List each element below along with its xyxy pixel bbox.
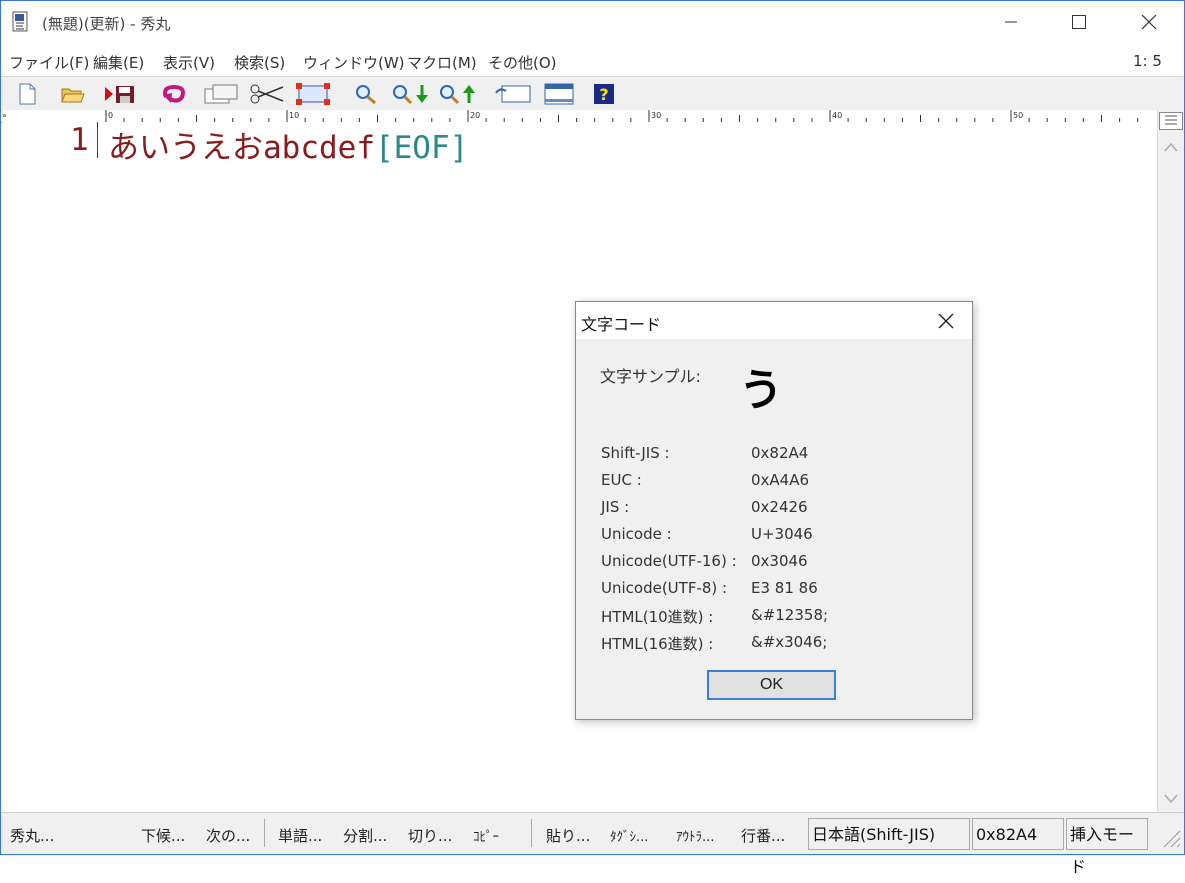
gutter-separator (97, 122, 98, 158)
new-file-icon[interactable] (14, 81, 40, 107)
statusbar-button-next[interactable]: 次の... (206, 825, 250, 846)
window-split-icon[interactable] (1159, 112, 1183, 130)
statusbar-button-copy[interactable]: ｺﾋﾟｰ (473, 826, 499, 845)
minimize-button[interactable] (982, 0, 1040, 44)
statusbar-button-candidate[interactable]: 下候... (141, 825, 185, 846)
sample-character: う (739, 365, 783, 416)
ruler-label: 30 (651, 111, 661, 120)
cut-icon[interactable] (249, 81, 285, 107)
char-code-field: 0x82A4 (972, 818, 1064, 850)
code-key: Unicode(UTF-16) : (601, 552, 737, 570)
menu-bar: ファイル(F) 編集(E) 表示(V) 検索(S) ウィンドウ(W) マクロ(M… (0, 48, 1185, 74)
statusbar-button-split[interactable]: 分割... (343, 825, 387, 846)
code-value: &#x3046; (751, 633, 828, 651)
code-value: U+3046 (751, 525, 813, 543)
title-bar: (無題)(更新) - 秀丸 (0, 0, 1185, 44)
menu-view[interactable]: 表示(V) (163, 52, 215, 73)
code-value: 0x82A4 (751, 444, 809, 462)
cursor-position: 1: 5 (1133, 52, 1162, 70)
status-bar: 秀丸... 下候... 次の... 単語... 分割... 切り... ｺﾋﾟｰ… (0, 812, 1185, 876)
code-key: JIS : (601, 498, 630, 516)
svg-text:?: ? (599, 85, 608, 104)
open-folder-icon[interactable] (60, 81, 86, 107)
code-value: E3 81 86 (751, 579, 818, 597)
scroll-down-arrow-icon[interactable] (1164, 790, 1178, 808)
toolbar: ? (0, 76, 1185, 111)
ruler-label: 20 (470, 111, 480, 120)
search-icon[interactable] (353, 81, 379, 107)
hidemaru-app-icon[interactable] (12, 11, 30, 33)
code-value: 0x2426 (751, 498, 808, 516)
menu-edit[interactable]: 編集(E) (93, 52, 144, 73)
statusbar-separator (531, 819, 532, 847)
statusbar-button-linenumber[interactable]: 行番... (741, 825, 785, 846)
statusbar-separator (264, 819, 265, 847)
statusbar-button-cut[interactable]: 切り... (408, 825, 452, 846)
encoding-field[interactable]: 日本語(Shift-JIS) (808, 818, 970, 850)
ruler-label: 40 (832, 111, 842, 120)
save-icon[interactable] (104, 81, 138, 107)
code-key: Unicode : (601, 525, 672, 543)
code-value: 0xA4A6 (751, 471, 810, 489)
code-key: Shift-JIS : (601, 444, 670, 462)
resize-grip-icon[interactable] (1160, 827, 1182, 853)
insert-mode-field[interactable]: 挿入モード (1066, 818, 1148, 876)
code-value: 0x3046 (751, 552, 808, 570)
help-icon[interactable]: ? (591, 81, 617, 107)
ruler-left-chevron-icon: » (2, 111, 7, 120)
menu-search[interactable]: 検索(S) (234, 52, 285, 73)
dialog-title: 文字コード (581, 315, 662, 334)
statusbar-button-hidemaru[interactable]: 秀丸... (10, 825, 54, 846)
scroll-up-arrow-icon[interactable] (1164, 138, 1178, 156)
sample-label: 文字サンプル: (600, 367, 701, 386)
dialog-title-bar: 文字コード (576, 302, 972, 339)
search-prev-icon[interactable] (438, 81, 478, 107)
ruler-label: 0 (108, 111, 113, 120)
undo-icon[interactable] (160, 81, 186, 107)
close-button[interactable] (1120, 0, 1178, 44)
vertical-scrollbar[interactable] (1157, 110, 1185, 812)
search-next-icon[interactable] (391, 81, 431, 107)
code-key: EUC : (601, 471, 642, 489)
code-value: &#12358; (751, 606, 829, 624)
ruler-label: 50 (1013, 111, 1023, 120)
menu-file[interactable]: ファイル(F) (9, 52, 89, 73)
menu-macro[interactable]: マクロ(M) (407, 52, 477, 73)
window-list-icon[interactable] (544, 81, 574, 107)
char-code-dialog: 文字コード 文字サンプル: う Shift-JIS : 0x82A4 EUC : 0… (575, 301, 973, 720)
code-key: HTML(10進数) : (601, 608, 714, 626)
dialog-close-icon[interactable] (932, 307, 960, 335)
maximize-button[interactable] (1050, 0, 1108, 44)
line-number: 1 (70, 122, 89, 158)
editor-line[interactable]: あいうえおabcdef[EOF] (108, 122, 468, 167)
ok-button[interactable]: OK (707, 670, 836, 700)
code-key: Unicode(UTF-8) : (601, 579, 728, 597)
statusbar-button-word[interactable]: 単語... (278, 825, 322, 846)
line-content: あいうえおabcdef (108, 130, 375, 166)
code-key: HTML(16進数) : (601, 635, 714, 653)
ruler-label: 10 (289, 111, 299, 120)
window-icon[interactable] (494, 81, 532, 107)
window-title: (無題)(更新) - 秀丸 (42, 15, 171, 33)
copy-icon[interactable] (203, 81, 239, 107)
statusbar-button-paste[interactable]: 貼り... (546, 825, 590, 846)
statusbar-button-tagjump[interactable]: ﾀｸﾞｼ... (610, 826, 648, 845)
menu-window[interactable]: ウィンドウ(W) (303, 52, 405, 73)
eof-marker: [EOF] (374, 130, 469, 166)
menu-other[interactable]: その他(O) (488, 52, 557, 73)
statusbar-button-outline[interactable]: ｱｳﾄﾗ... (676, 826, 714, 845)
paste-icon[interactable] (296, 81, 330, 107)
